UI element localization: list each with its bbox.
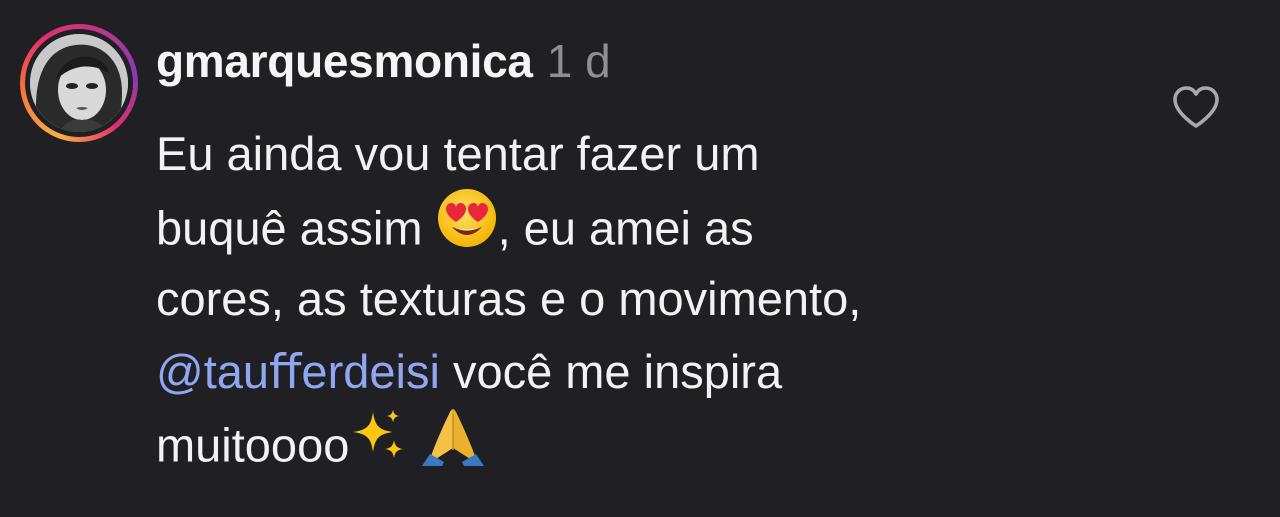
timestamp: 1 d (546, 35, 611, 87)
comment-line: Eu ainda vou tentar fazer um (156, 118, 1156, 191)
comment-line: muitoooo (156, 408, 1156, 481)
mention-link[interactable]: @tauﬀerdeisi (156, 345, 440, 398)
comment-text-segment: buquê assim (156, 201, 423, 255)
folded-hands-emoji-icon (420, 404, 486, 487)
comment-text-segment: Eu ainda vou tentar fazer um (156, 127, 760, 180)
heart-outline-icon[interactable] (1170, 84, 1222, 130)
avatar-ring-gap (25, 29, 133, 137)
comment-header: gmarquesmonica 1 d (156, 34, 611, 96)
comment-line: cores, as texturas e o movimento, (156, 263, 1156, 336)
comment-text-segment: , eu amei as (497, 201, 754, 255)
comment-text-segment: muitoooo (156, 418, 350, 472)
username-link[interactable]: gmarquesmonica (156, 34, 533, 88)
comment-line: buquê assim , eu amei as (156, 188, 1156, 264)
comment-item: gmarquesmonica 1 d Eu ainda vou tentar f… (0, 0, 1280, 517)
comment-text: Eu ainda vou tentar fazer um buquê assim… (156, 118, 1156, 481)
comment-text-segment: você me inspira (439, 344, 783, 398)
heart-eyes-emoji-icon (436, 187, 498, 270)
sparkles-emoji-icon (349, 406, 407, 485)
comment-text-segment: cores, as texturas e o movimento, (156, 272, 862, 325)
avatar-story-ring[interactable] (20, 24, 138, 142)
avatar-photo (30, 34, 128, 132)
comment-line: @tauﬀerdeisi você me inspira (156, 336, 1156, 409)
avatar[interactable] (30, 34, 128, 132)
